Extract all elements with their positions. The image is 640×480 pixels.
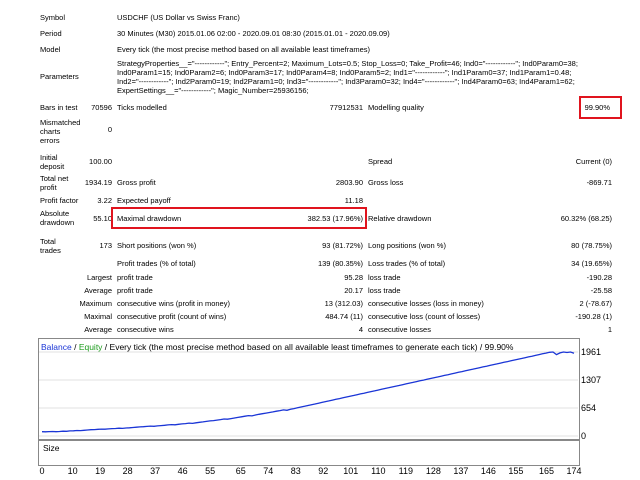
- balance-series-line: [41, 351, 575, 433]
- size-panel: [38, 440, 580, 466]
- x-tick-label: 110: [371, 466, 385, 476]
- x-tick-label: 146: [481, 466, 496, 476]
- size-label: Size: [43, 443, 60, 453]
- y-tick-label: 654: [581, 403, 596, 413]
- x-tick-label: 137: [453, 466, 468, 476]
- x-tick-label: 174: [566, 466, 581, 476]
- y-tick-label: 1961: [581, 347, 601, 357]
- x-tick-label: 28: [123, 466, 133, 476]
- x-tick-label: 128: [426, 466, 441, 476]
- x-tick-label: 92: [318, 466, 328, 476]
- balance-chart-svg: 1961 1307 654 0 0 10 19 28 37 46 55 65 74 83 92 101 110 1…: [39, 347, 601, 476]
- x-tick-label: 101: [343, 466, 358, 476]
- x-tick-label: 55: [205, 466, 215, 476]
- y-tick-label: 0: [581, 431, 586, 441]
- x-tick-label: 0: [39, 466, 44, 476]
- y-tick-label: 1307: [581, 375, 601, 385]
- x-tick-label: 65: [236, 466, 246, 476]
- x-tick-label: 19: [95, 466, 105, 476]
- x-tick-label: 37: [150, 466, 160, 476]
- x-tick-label: 46: [178, 466, 188, 476]
- x-tick-label: 119: [399, 466, 413, 476]
- x-tick-label: 74: [263, 466, 273, 476]
- x-tick-label: 10: [68, 466, 78, 476]
- x-tick-label: 165: [539, 466, 554, 476]
- x-tick-label: 83: [291, 466, 301, 476]
- x-tick-label: 155: [508, 466, 523, 476]
